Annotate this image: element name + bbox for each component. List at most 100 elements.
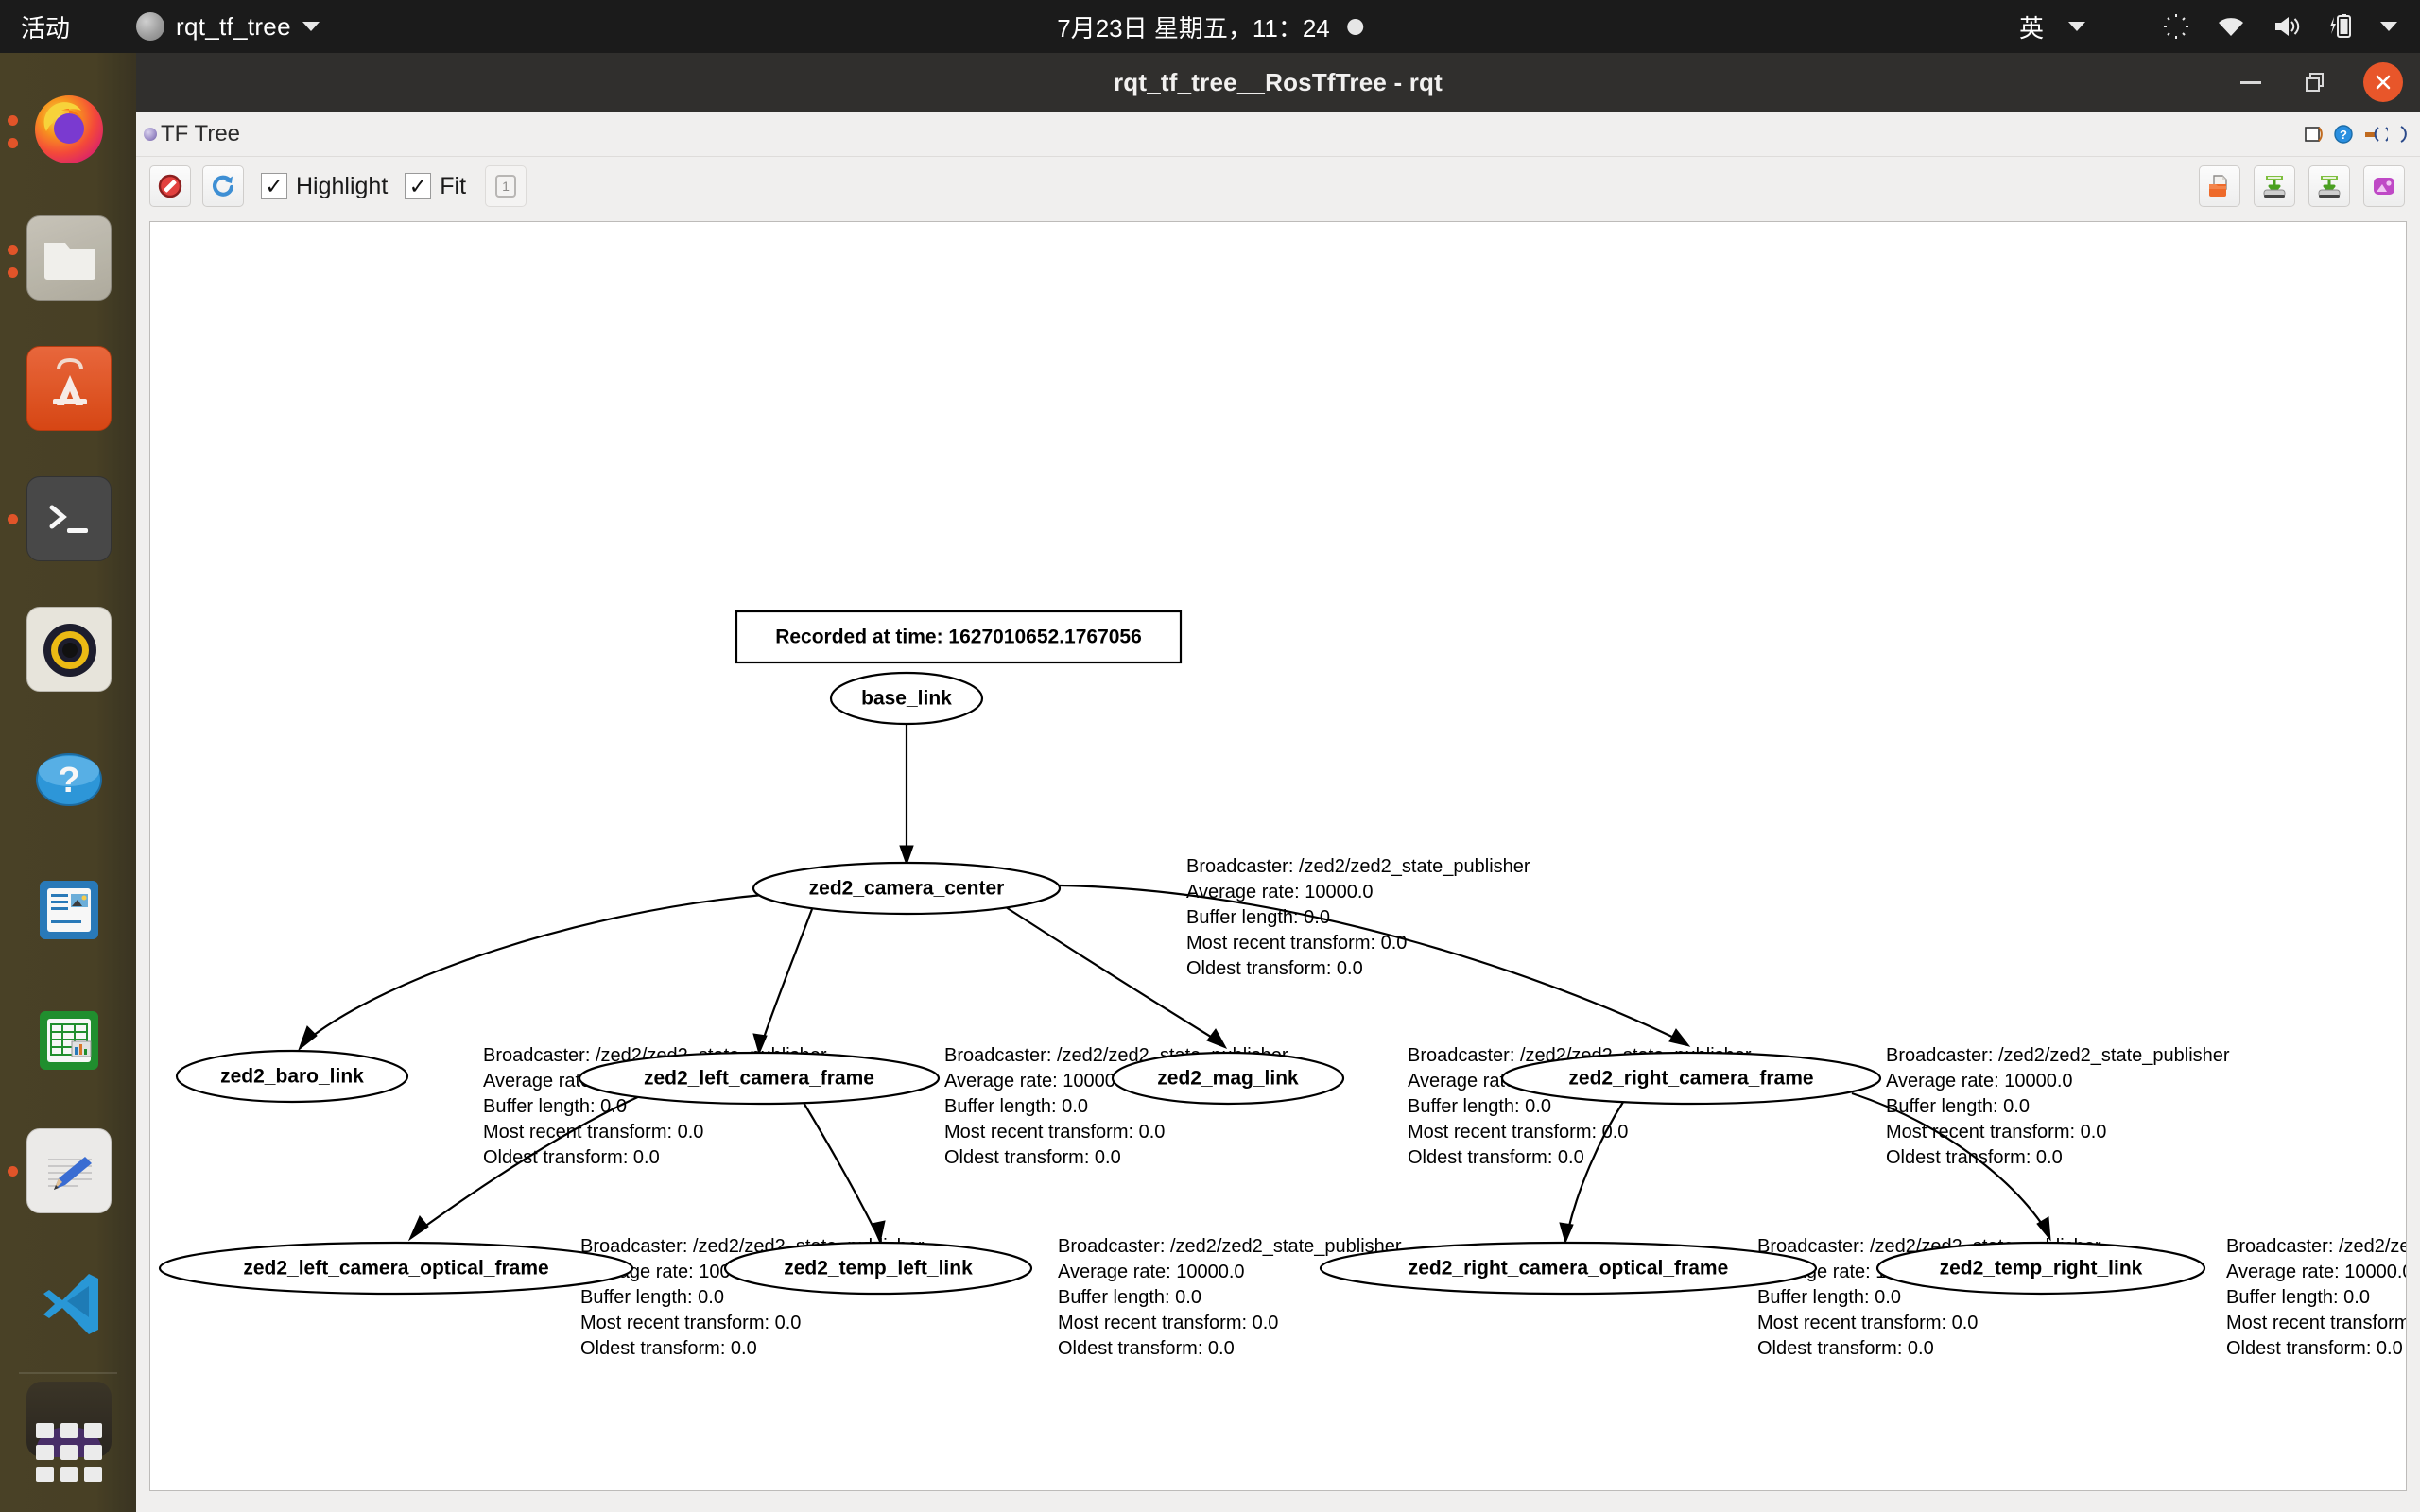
chevron-down-icon <box>302 22 320 31</box>
clock-label: 7月23日 星期五，11：24 <box>1057 13 1330 43</box>
window-titlebar[interactable]: rqt_tf_tree__RosTfTree - rqt <box>136 53 2420 112</box>
show-applications-button[interactable] <box>26 1410 112 1495</box>
buffer-length-label: Buffer length: 0.0 <box>944 1096 1088 1117</box>
edge-zed2_right_camera_frame-zed2_right_camera_optical_frame <box>1559 1098 1626 1245</box>
apps-grid-icon <box>60 1423 78 1438</box>
count-icon: 1 <box>495 175 517 198</box>
float-icon[interactable] <box>2363 124 2388 145</box>
volume-icon <box>2271 11 2301 42</box>
buffer-length-label: Buffer length: 0.0 <box>2226 1287 2370 1308</box>
most-recent-label: Most recent transform: 0.0 <box>1186 933 1407 954</box>
save-image-button[interactable] <box>2363 165 2405 207</box>
count-button[interactable]: 1 <box>485 165 527 207</box>
dock-item-ubuntu-software[interactable] <box>26 346 112 431</box>
most-recent-label: Most recent transform: 0.0 <box>1886 1122 2106 1143</box>
most-recent-label: Most recent transform: 0.0 <box>580 1313 801 1333</box>
save-as-svg-button[interactable] <box>2308 165 2350 207</box>
dock-item-libreoffice-calc[interactable] <box>26 998 112 1083</box>
refresh-button[interactable] <box>202 165 244 207</box>
load-dot-button[interactable] <box>2199 165 2240 207</box>
dock-item-vscode[interactable] <box>26 1259 112 1344</box>
graph-node-zed2_temp_left_link[interactable]: zed2_temp_left_link <box>723 1241 1033 1296</box>
clock-area[interactable]: 7月23日 星期五，11：24 <box>1057 9 1363 44</box>
help-icon[interactable]: ? <box>2333 124 2354 145</box>
close-icon[interactable] <box>2363 62 2403 102</box>
most-recent-label: Most recent transform: 0.0 <box>2226 1313 2407 1333</box>
graph-node-base_link[interactable]: base_link <box>829 671 984 726</box>
edge-info-zed2_temp_right_link: Broadcaster: /zed2/zed2_state_publisher … <box>2226 1236 2407 1359</box>
dock-item-text-editor[interactable] <box>26 1128 112 1213</box>
system-tray[interactable]: 英 <box>2019 9 2397 44</box>
fit-checkbox[interactable]: ✓ Fit <box>405 173 466 200</box>
checkbox-mark[interactable]: ✓ <box>405 173 432 199</box>
chevron-down-icon[interactable] <box>2380 22 2397 31</box>
oldest-label: Oldest transform: 0.0 <box>944 1147 1121 1168</box>
most-recent-label: Most recent transform: 0.0 <box>1408 1122 1628 1143</box>
svg-text:1: 1 <box>502 179 510 194</box>
dock-item-rhythmbox[interactable] <box>26 607 112 692</box>
app-menu-label: rqt_tf_tree <box>176 11 291 41</box>
broadcaster-label: Broadcaster: /zed2/zed2_state_publisher <box>1886 1045 2230 1066</box>
save-dot-button[interactable] <box>2254 165 2295 207</box>
graph-node-zed2_left_camera_frame[interactable]: zed2_left_camera_frame <box>578 1051 941 1106</box>
node-label: base_link <box>861 688 952 710</box>
buffer-length-label: Buffer length: 0.0 <box>1058 1287 1201 1308</box>
dock-item-terminal[interactable] <box>26 476 112 561</box>
input-method-label[interactable]: 英 <box>2019 9 2044 44</box>
battery-charging-icon <box>2325 11 2356 42</box>
checkbox-mark[interactable]: ✓ <box>261 173 287 199</box>
app-circle-icon <box>136 12 165 41</box>
recorded-at-label: Recorded at time: 1627010652.1767056 <box>775 627 1142 648</box>
record-dot-icon <box>1346 18 1363 35</box>
terminal-icon <box>49 505 88 533</box>
activities-button[interactable]: 活动 <box>21 9 70 44</box>
buffer-length-label: Buffer length: 0.0 <box>1186 907 1330 928</box>
plugin-dock-actions: ? <box>2303 124 2412 145</box>
dock-item-files[interactable] <box>26 215 112 301</box>
edge-zed2_camera_center-zed2_right_camera_frame <box>1059 884 1691 1047</box>
libreoffice-writer-icon <box>40 881 98 939</box>
window-title: rqt_tf_tree__RosTfTree - rqt <box>1113 67 1443 96</box>
graph-node-zed2_right_camera_frame[interactable]: zed2_right_camera_frame <box>1500 1051 1882 1106</box>
most-recent-label: Most recent transform: 0.0 <box>483 1122 703 1143</box>
files-folder-icon <box>44 243 95 280</box>
graph-node-zed2_temp_right_link[interactable]: zed2_temp_right_link <box>1876 1241 2206 1296</box>
stop-button[interactable] <box>149 165 191 207</box>
brightness-icon <box>2161 11 2191 42</box>
apps-grid-icon <box>84 1423 102 1438</box>
gnome-top-bar: 活动 rqt_tf_tree 7月23日 星期五，11：24 英 <box>0 0 2420 53</box>
chevron-down-icon[interactable] <box>2068 22 2085 31</box>
node-label: zed2_left_camera_optical_frame <box>243 1258 548 1280</box>
average-rate-label: Average rate: 10000.0 <box>2226 1262 2407 1282</box>
panel-close-icon[interactable] <box>2397 124 2412 145</box>
apps-grid-icon <box>60 1467 78 1482</box>
graph-node-zed2_baro_link[interactable]: zed2_baro_link <box>175 1049 409 1104</box>
running-indicator <box>8 1166 18 1177</box>
highlight-checkbox[interactable]: ✓ Highlight <box>261 173 388 200</box>
average-rate-label: Average rate: 10000.0 <box>1186 882 1374 902</box>
edge-zed2_camera_center-zed2_left_camera_frame <box>752 908 814 1056</box>
graph-node-zed2_right_camera_optical_frame[interactable]: zed2_right_camera_optical_frame <box>1319 1241 1818 1296</box>
graph-node-zed2_left_camera_optical_frame[interactable]: zed2_left_camera_optical_frame <box>158 1241 634 1296</box>
app-menu[interactable]: rqt_tf_tree <box>136 12 320 42</box>
buffer-length-label: Buffer length: 0.0 <box>1886 1096 2030 1117</box>
most-recent-label: Most recent transform: 0.0 <box>1757 1313 1978 1333</box>
average-rate-label: Average rate: 10000.0 <box>944 1071 1132 1091</box>
minimize-icon[interactable] <box>2235 66 2267 98</box>
tf-tree-graph-canvas[interactable]: Recorded at time: 1627010652.1767056 Bro… <box>149 221 2407 1491</box>
undock-icon[interactable] <box>2303 124 2324 145</box>
apps-grid-icon <box>36 1423 54 1438</box>
buffer-length-label: Buffer length: 0.0 <box>1757 1287 1901 1308</box>
oldest-label: Oldest transform: 0.0 <box>483 1147 660 1168</box>
fit-label: Fit <box>440 172 467 199</box>
tf-tree-graph[interactable]: Recorded at time: 1627010652.1767056 Bro… <box>150 222 2407 1491</box>
dock-item-firefox[interactable] <box>26 85 112 170</box>
stop-icon <box>158 174 182 198</box>
dock-item-help[interactable]: ? <box>26 737 112 822</box>
graph-node-zed2_camera_center[interactable]: zed2_camera_center <box>752 861 1062 916</box>
average-rate-label: Average rate: 10000.0 <box>1058 1262 1245 1282</box>
dock-item-libreoffice-writer[interactable] <box>26 868 112 953</box>
plugin-dock-title: TF Tree <box>144 121 240 147</box>
maximize-icon[interactable] <box>2299 66 2331 98</box>
graph-node-zed2_mag_link[interactable]: zed2_mag_link <box>1111 1051 1345 1106</box>
